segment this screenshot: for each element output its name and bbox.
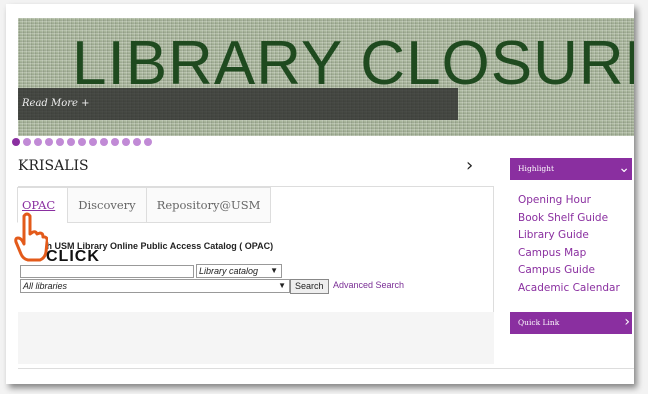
quick-link-header[interactable]: Quick Link › (510, 312, 632, 334)
next-arrow-icon[interactable]: › (466, 155, 473, 176)
slider-dot[interactable] (56, 138, 64, 146)
tab-repository[interactable]: Repository@USM (145, 187, 272, 223)
divider (18, 368, 634, 369)
content-band (18, 312, 494, 364)
sidebar-link-book-shelf-guide[interactable]: Book Shelf Guide (518, 210, 620, 228)
sidebar-link-opening-hour[interactable]: Opening Hour (518, 192, 620, 210)
advanced-search-link[interactable]: Advanced Search (333, 280, 404, 290)
read-more-bar: Read More + (18, 88, 458, 120)
catalog-select[interactable]: Library catalog ▼ (196, 264, 282, 278)
chevron-down-icon: ⌄ (618, 160, 630, 176)
slider-dot[interactable] (78, 138, 86, 146)
search-button[interactable]: Search (290, 279, 329, 294)
slider-dots (12, 138, 152, 146)
libraries-select[interactable]: All libraries ▼ (20, 279, 290, 293)
slider-dot[interactable] (122, 138, 130, 146)
catalog-select-value: Library catalog (199, 266, 259, 276)
pointing-hand-icon (14, 212, 49, 266)
read-more-link[interactable]: Read More + (22, 98, 90, 109)
slider-dot[interactable] (100, 138, 108, 146)
dropdown-arrow-icon: ▼ (278, 281, 286, 290)
slider-dot[interactable] (23, 138, 31, 146)
slider-dot[interactable] (67, 138, 75, 146)
chevron-right-icon: › (624, 314, 630, 330)
sidebar-link-library-guide[interactable]: Library Guide (518, 227, 620, 245)
libraries-select-value: All libraries (23, 281, 68, 291)
dropdown-arrow-icon: ▼ (270, 266, 278, 275)
slider-dot[interactable] (12, 138, 20, 146)
quick-link-title: Quick Link (518, 318, 560, 327)
search-input[interactable] (20, 265, 194, 278)
highlight-header[interactable]: Highlight ⌄ (510, 158, 632, 180)
highlight-title: Highlight (518, 164, 555, 173)
page-frame: LIBRARY CLOSURE Read More + KRISALIS › O… (6, 4, 634, 384)
slider-dot[interactable] (34, 138, 42, 146)
tab-discovery[interactable]: Discovery (67, 187, 147, 223)
search-tabs: OPAC Discovery Repository@USM (17, 187, 272, 223)
slider-dot[interactable] (133, 138, 141, 146)
slider-dot[interactable] (89, 138, 97, 146)
section-title: KRISALIS (18, 158, 89, 174)
sidebar-link-campus-guide[interactable]: Campus Guide (518, 262, 620, 280)
highlight-links: Opening Hour Book Shelf Guide Library Gu… (518, 192, 620, 298)
sidebar-link-campus-map[interactable]: Campus Map (518, 245, 620, 263)
click-label: CLICK (46, 248, 100, 265)
slider-dot[interactable] (144, 138, 152, 146)
slider-dot[interactable] (111, 138, 119, 146)
sidebar-link-academic-calendar[interactable]: Academic Calendar (518, 280, 620, 298)
slider-dot[interactable] (45, 138, 53, 146)
hero-banner[interactable]: LIBRARY CLOSURE Read More + (18, 18, 634, 136)
